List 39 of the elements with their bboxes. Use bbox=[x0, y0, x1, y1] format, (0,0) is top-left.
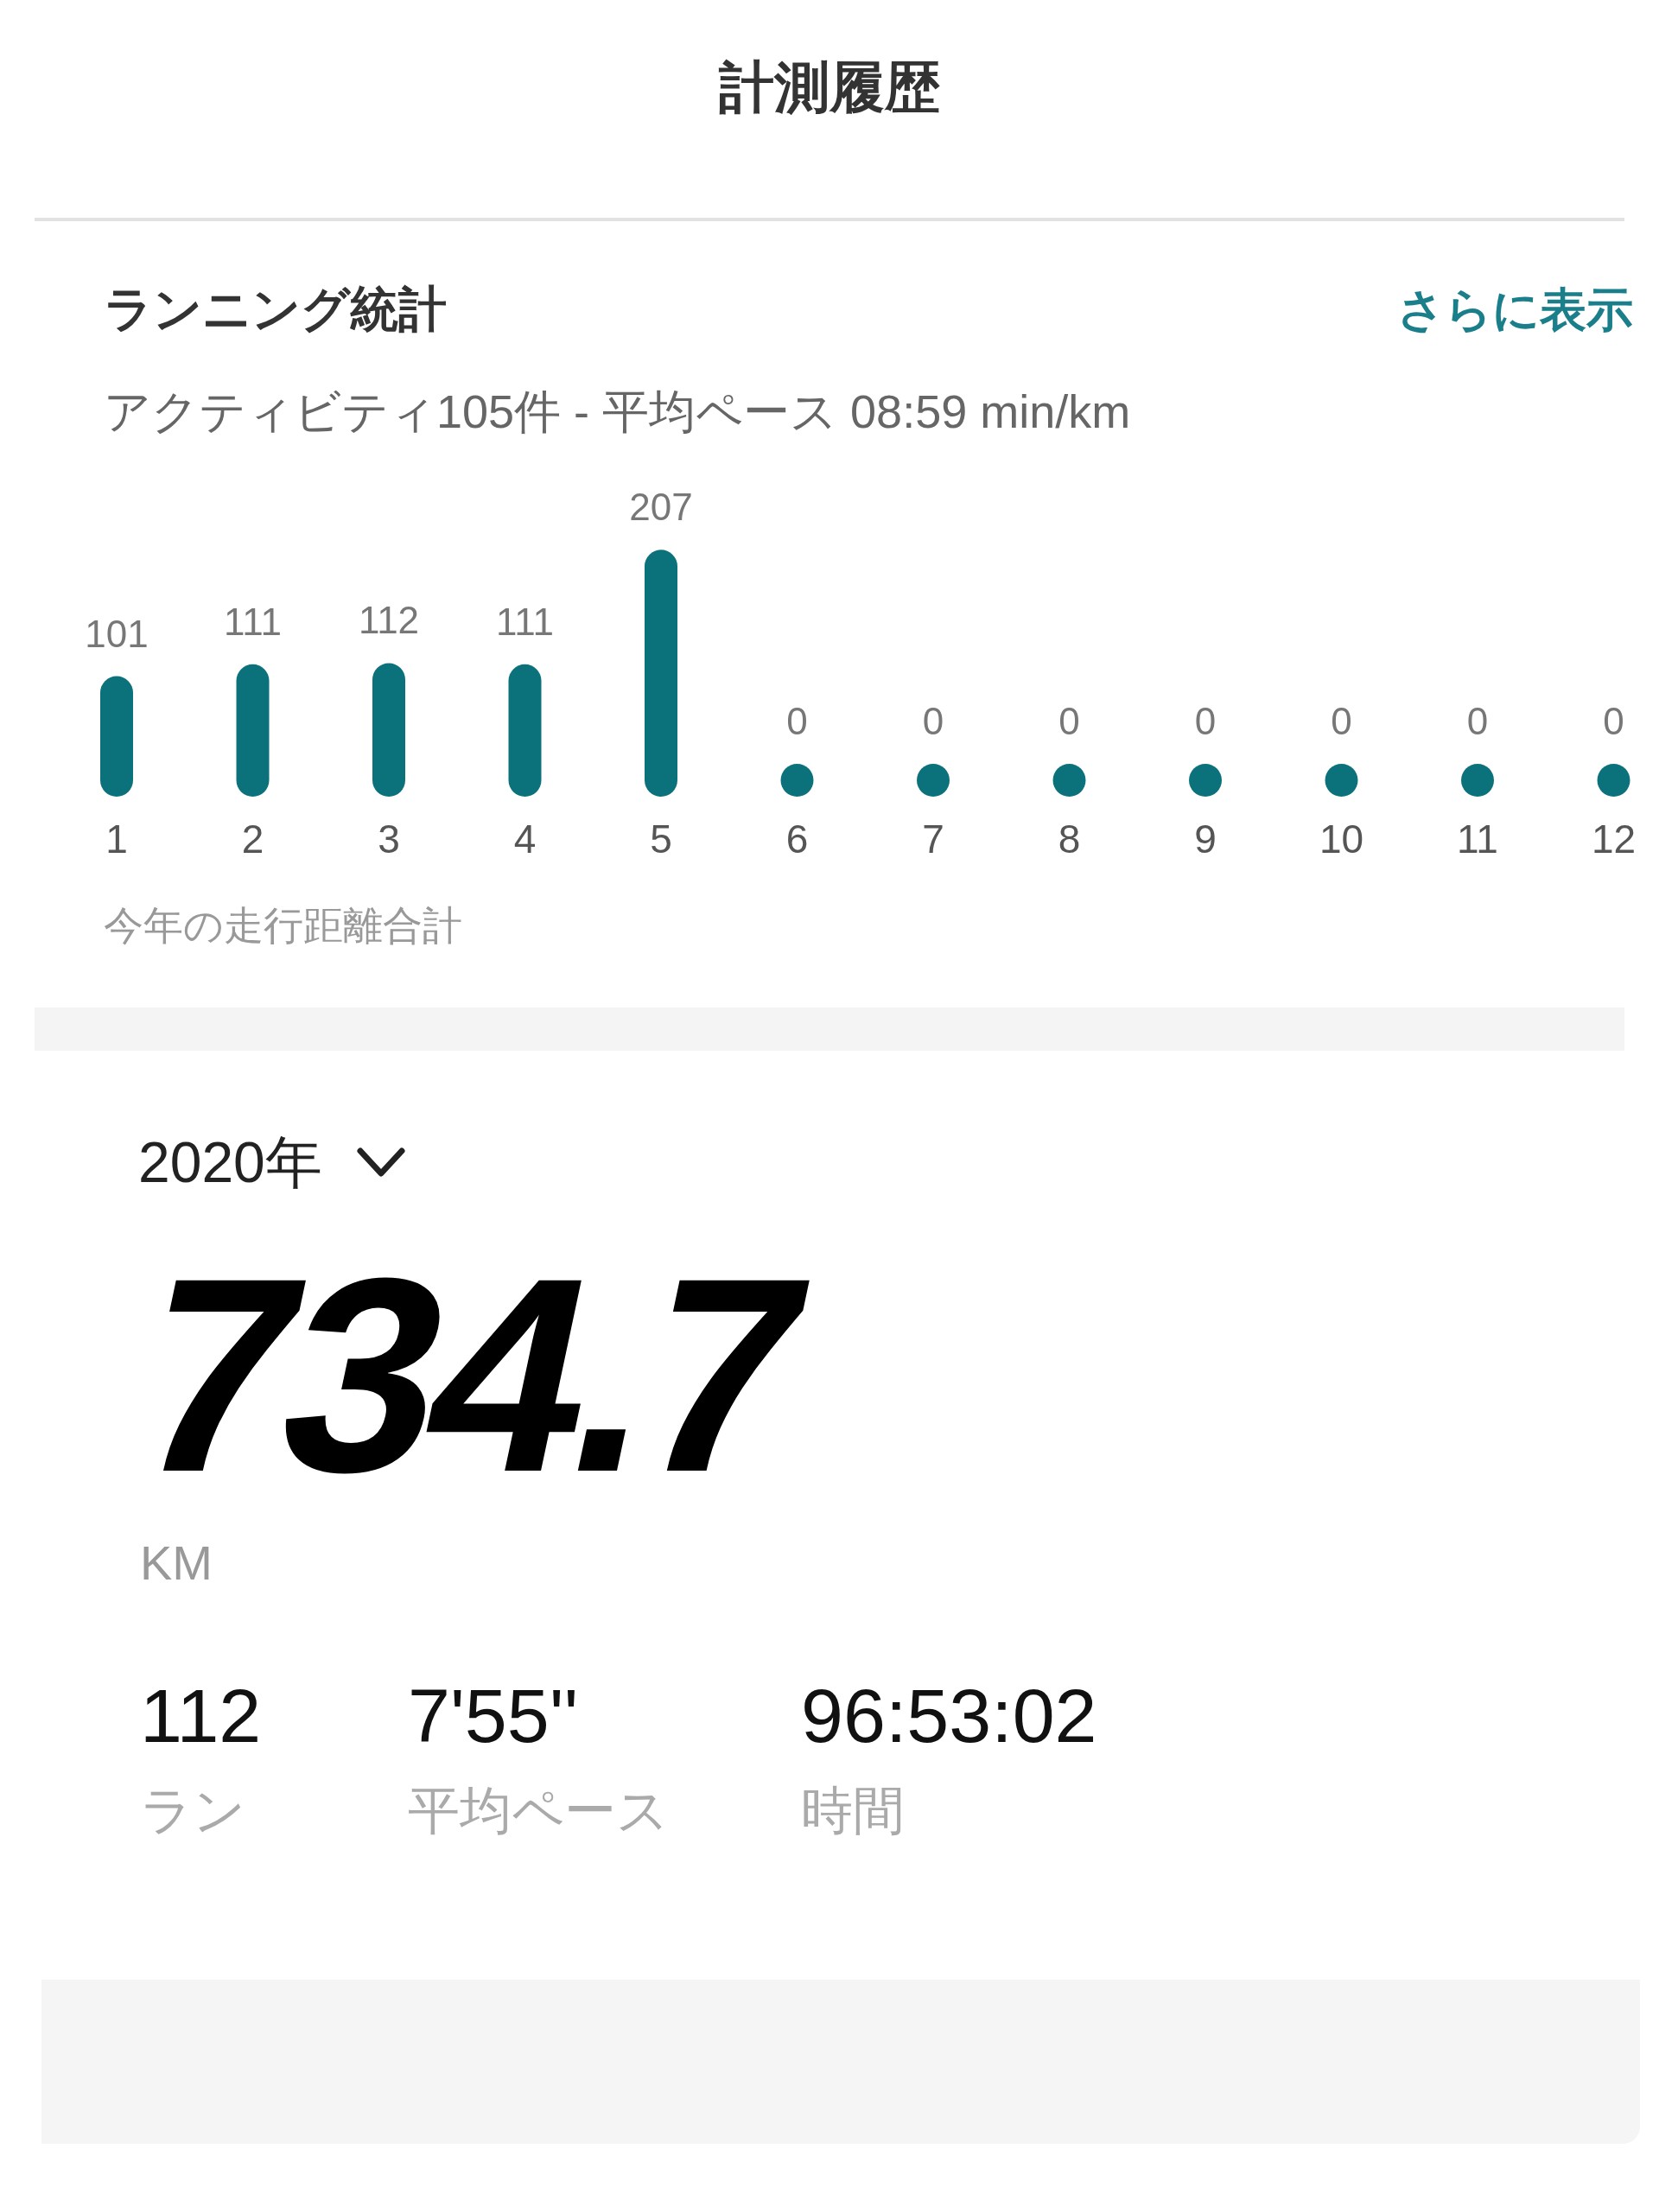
page-title: 計測履歴 bbox=[719, 55, 940, 120]
stat-label: 平均ペース bbox=[408, 1781, 670, 1841]
month-label: 7 bbox=[922, 817, 944, 861]
value-label: 112 bbox=[358, 599, 420, 642]
month-label: 12 bbox=[1591, 817, 1637, 861]
stat-label: ラン bbox=[140, 1781, 246, 1841]
value-label: 0 bbox=[1194, 700, 1217, 742]
month-label: 11 bbox=[1457, 817, 1498, 861]
show-more-link[interactable]: さらに表示 bbox=[1397, 274, 1633, 345]
total-distance: 734.7 bbox=[110, 1219, 827, 1527]
stat-value: 7'55'' bbox=[408, 1672, 580, 1760]
month-label: 5 bbox=[650, 817, 672, 861]
stat-label: 時間 bbox=[801, 1781, 906, 1841]
value-label: 0 bbox=[786, 700, 808, 742]
section-title: ランニング統計 bbox=[104, 281, 447, 338]
stat-value: 96:53:02 bbox=[801, 1672, 1098, 1760]
distance-unit: KM bbox=[140, 1535, 213, 1592]
stat-value: 112 bbox=[140, 1672, 263, 1760]
chevron-down-icon bbox=[356, 1147, 405, 1179]
month-label: 8 bbox=[1058, 817, 1081, 861]
value-label: 0 bbox=[1603, 700, 1624, 742]
month-label: 6 bbox=[785, 817, 809, 861]
year-selector[interactable]: 2020年 bbox=[138, 1120, 405, 1205]
chart-caption: 今年の走行距離合計 bbox=[103, 902, 463, 950]
value-label: 0 bbox=[922, 700, 944, 742]
value-label: 0 bbox=[1331, 700, 1352, 742]
value-label: 101 bbox=[85, 612, 149, 655]
value-label: 111 bbox=[224, 600, 282, 643]
month-label: 9 bbox=[1194, 817, 1217, 861]
month-label: 2 bbox=[241, 817, 264, 861]
value-label: 207 bbox=[629, 486, 693, 529]
month-label: 1 bbox=[105, 817, 128, 861]
activity-summary: アクティビティ105件 - 平均ペース 08:59 min/km bbox=[103, 385, 1132, 439]
month-label: 4 bbox=[513, 817, 537, 861]
value-label: 0 bbox=[1058, 700, 1080, 742]
value-label: 111 bbox=[496, 600, 554, 643]
month-label: 3 bbox=[378, 817, 400, 861]
month-label: 10 bbox=[1319, 817, 1364, 861]
value-label: 0 bbox=[1466, 700, 1489, 742]
